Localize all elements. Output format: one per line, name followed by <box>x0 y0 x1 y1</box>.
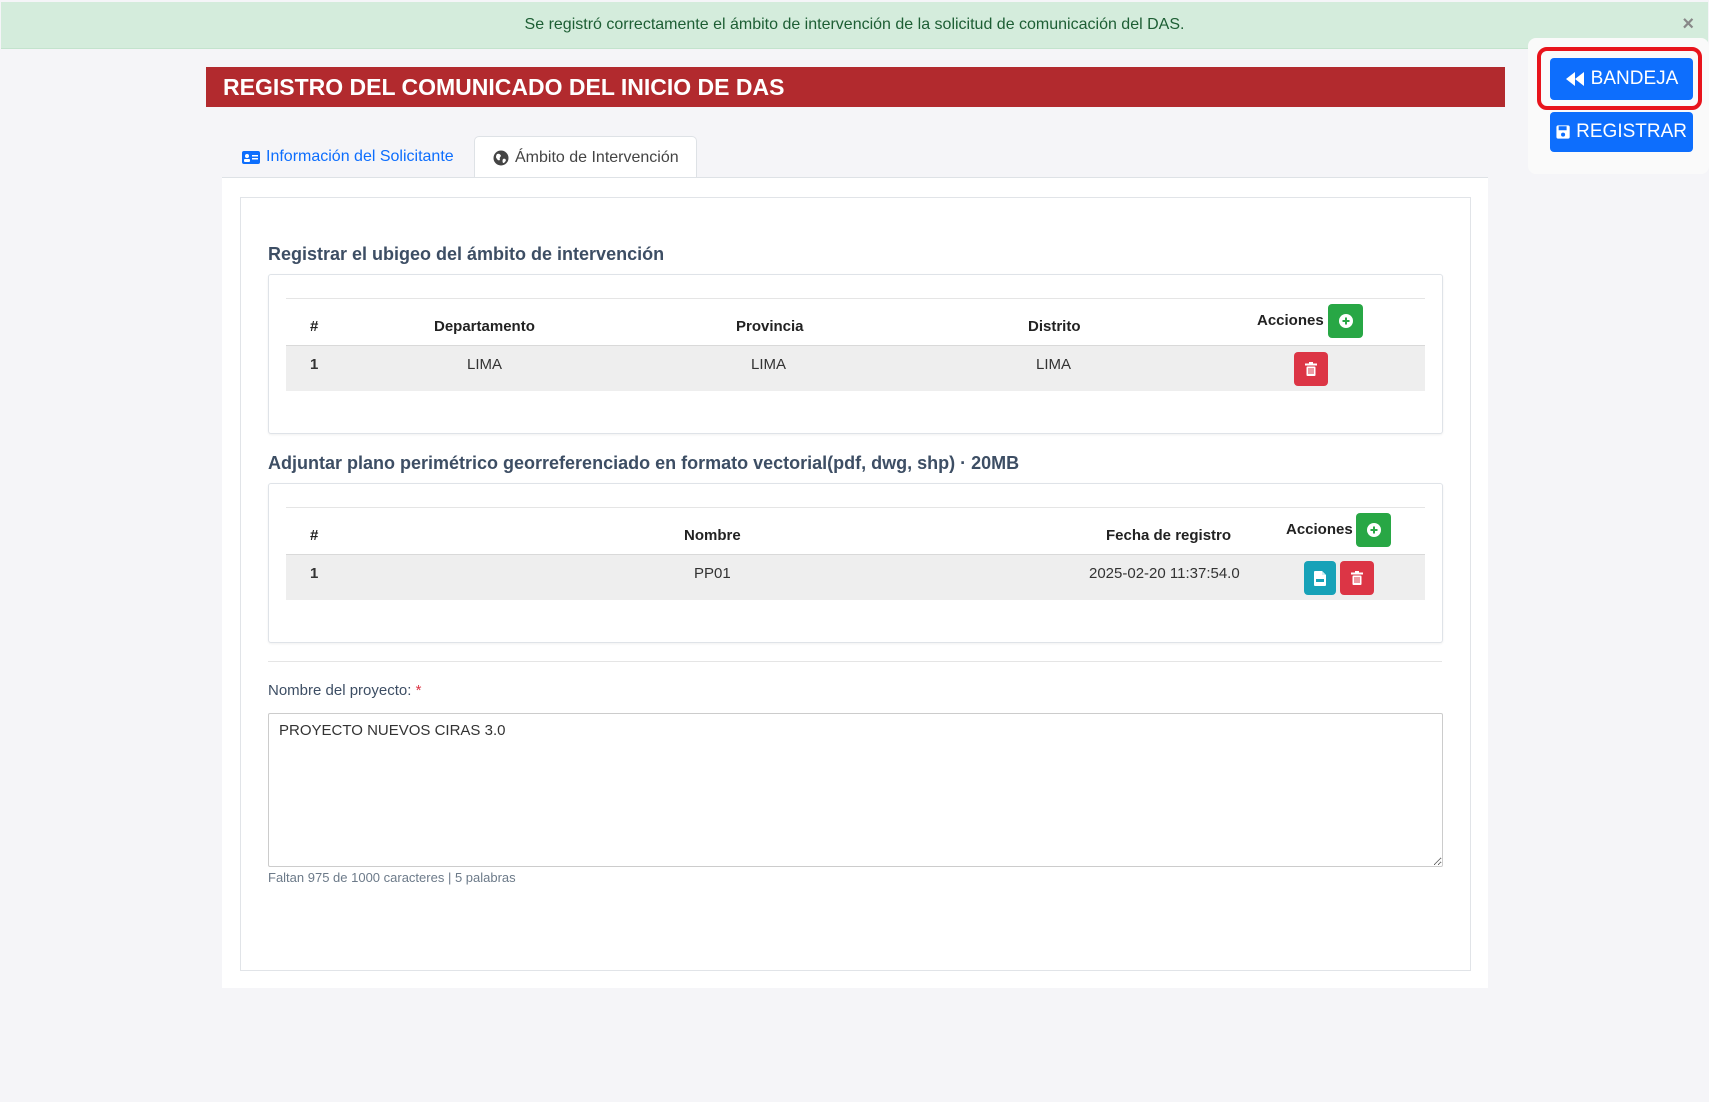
character-counter: Faltan 975 de 1000 caracteres | 5 palabr… <box>268 870 516 885</box>
col-header-acciones: Acciones <box>1286 521 1353 538</box>
col-header-departamento: Departamento <box>434 318 535 335</box>
cell-distrito: LIMA <box>1036 356 1072 373</box>
close-icon[interactable]: × <box>1682 14 1694 34</box>
trash-icon <box>1351 571 1363 585</box>
success-alert: Se registró correctamente el ámbito de i… <box>1 2 1708 49</box>
alert-message: Se registró correctamente el ámbito de i… <box>524 16 1185 33</box>
cell-fecha: 2025-02-20 11:37:54.0 <box>1089 565 1240 582</box>
page-title: REGISTRO DEL COMUNICADO DEL INICIO DE DA… <box>223 73 785 100</box>
col-header-nombre: Nombre <box>684 527 741 544</box>
cell-provincia: LIMA <box>751 356 787 373</box>
add-ubigeo-button[interactable] <box>1328 304 1363 338</box>
section-divider <box>268 661 1442 662</box>
plus-circle-icon <box>1338 314 1353 328</box>
highlight-box <box>1537 47 1702 110</box>
col-header-num: # <box>310 318 319 335</box>
cell-nombre: PP01 <box>694 565 731 582</box>
project-name-label: Nombre del proyecto: * <box>268 682 421 699</box>
tab-ambito-intervencion[interactable]: Ámbito de Intervención <box>474 136 697 179</box>
col-header-distrito: Distrito <box>1028 318 1081 335</box>
registrar-button[interactable]: REGISTRAR <box>1550 112 1693 152</box>
project-name-label-text: Nombre del proyecto: <box>268 682 412 699</box>
tab-informacion-solicitante[interactable]: Información del Solicitante <box>222 136 472 178</box>
pdf-file-icon <box>1314 570 1326 586</box>
col-header-num: # <box>310 527 319 544</box>
trash-icon <box>1305 362 1317 376</box>
cell-num: 1 <box>310 356 319 373</box>
project-name-textarea[interactable]: PROYECTO NUEVOS CIRAS 3.0 <box>268 713 1443 867</box>
col-header-provincia: Provincia <box>736 318 804 335</box>
table-top-border <box>286 298 1425 299</box>
tab-label: Información del Solicitante <box>266 148 454 165</box>
delete-plano-button[interactable] <box>1340 561 1374 595</box>
col-header-acciones: Acciones <box>1257 312 1324 329</box>
plano-section-title: Adjuntar plano perimétrico georreferenci… <box>268 453 1020 473</box>
plus-circle-icon <box>1366 523 1381 537</box>
table-row <box>286 346 1425 391</box>
globe-icon <box>493 150 509 166</box>
cell-num: 1 <box>310 565 319 582</box>
ubigeo-section-title: Registrar el ubigeo del ámbito de interv… <box>268 244 665 264</box>
view-pdf-button[interactable] <box>1304 561 1336 595</box>
registrar-label: REGISTRAR <box>1576 121 1687 142</box>
col-header-fecha: Fecha de registro <box>1106 527 1232 544</box>
table-top-border <box>286 507 1425 508</box>
cell-departamento: LIMA <box>467 356 503 373</box>
id-card-icon <box>242 150 260 164</box>
page-title-bar: REGISTRO DEL COMUNICADO DEL INICIO DE DA… <box>206 67 1505 107</box>
required-mark: * <box>415 682 422 699</box>
table-row <box>286 555 1425 600</box>
add-plano-button[interactable] <box>1356 513 1391 547</box>
tab-label: Ámbito de Intervención <box>515 149 679 166</box>
delete-ubigeo-button[interactable] <box>1294 352 1328 386</box>
save-icon <box>1556 125 1570 139</box>
